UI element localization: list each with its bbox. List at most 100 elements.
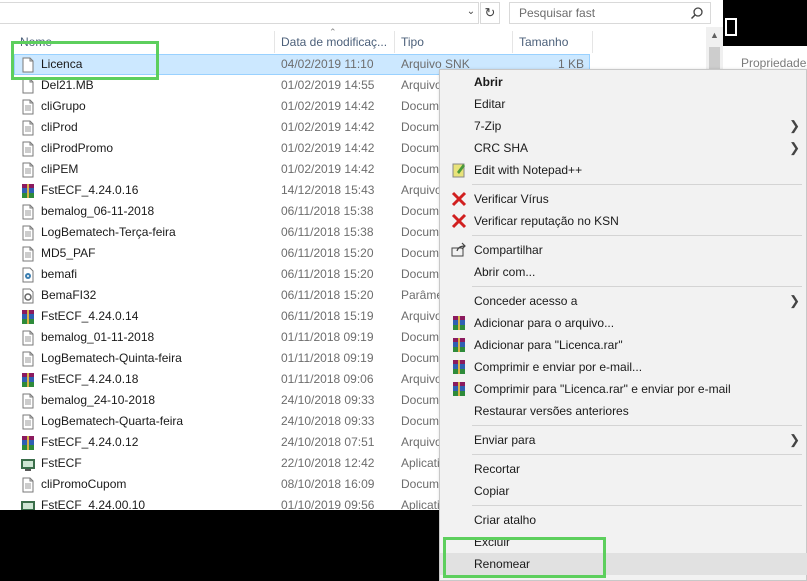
menu-separator bbox=[472, 286, 802, 287]
search-icon[interactable] bbox=[690, 6, 704, 20]
column-header-type[interactable]: Tipo bbox=[395, 31, 513, 53]
column-header-row: Nome ⌃ Data de modificaç... Tipo Tamanho bbox=[0, 27, 700, 53]
menu-item-verificar-reputacao-no-ksn[interactable]: Verificar reputação no KSN bbox=[440, 210, 807, 232]
chevron-right-icon: ❯ bbox=[789, 118, 800, 133]
column-header-size[interactable]: Tamanho bbox=[513, 31, 593, 53]
menu-item-label: Renomear bbox=[474, 557, 531, 571]
file-date: 01/02/2019 14:42 bbox=[281, 99, 375, 113]
file-name: cliGrupo bbox=[41, 99, 86, 113]
menu-item-recortar[interactable]: Recortar bbox=[440, 458, 807, 480]
search-input[interactable] bbox=[517, 3, 691, 23]
settings-file-icon bbox=[22, 288, 34, 304]
file-name: cliPEM bbox=[41, 162, 79, 176]
text-doc-icon bbox=[22, 246, 34, 262]
menu-item-label: Abrir bbox=[474, 75, 503, 89]
menu-item-label: Compartilhar bbox=[474, 243, 543, 257]
file-name: Licenca bbox=[41, 57, 83, 71]
file-date: 24/10/2018 09:33 bbox=[281, 393, 375, 407]
menu-item-crc-sha[interactable]: CRC SHA ❯ bbox=[440, 137, 807, 159]
winrar-icon bbox=[453, 360, 465, 374]
menu-separator bbox=[472, 454, 802, 455]
file-name: bemafi bbox=[41, 267, 78, 281]
menu-item-label: Excluir bbox=[474, 535, 511, 549]
refresh-icon[interactable]: ↻ bbox=[480, 2, 500, 24]
chevron-right-icon: ❯ bbox=[789, 432, 800, 447]
menu-item-label: Adicionar para "Licenca.rar" bbox=[474, 338, 623, 352]
file-name: Del21.MB bbox=[41, 78, 94, 92]
file-name: LogBematech-Terça-feira bbox=[41, 225, 176, 239]
app-icon bbox=[21, 501, 35, 510]
file-date: 01/02/2019 14:42 bbox=[281, 120, 375, 134]
winrar-icon bbox=[453, 338, 465, 352]
menu-item-label: CRC SHA bbox=[474, 141, 529, 155]
column-header-size-label: Tamanho bbox=[519, 35, 569, 49]
search-box[interactable] bbox=[509, 2, 711, 24]
column-header-date[interactable]: Data de modificaç... bbox=[275, 31, 395, 53]
winrar-icon bbox=[22, 310, 34, 324]
app-icon bbox=[21, 459, 35, 471]
menu-item-7-zip[interactable]: 7-Zip ❯ bbox=[440, 115, 807, 137]
text-doc-icon bbox=[22, 393, 34, 409]
menu-item-compartilhar[interactable]: Compartilhar bbox=[440, 239, 807, 261]
menu-item-copiar[interactable]: Copiar bbox=[440, 480, 807, 502]
menu-separator bbox=[472, 235, 802, 236]
menu-item-label: Conceder acesso a bbox=[474, 294, 578, 308]
file-date: 01/02/2019 14:42 bbox=[281, 141, 375, 155]
chevron-right-icon: ❯ bbox=[789, 293, 800, 308]
menu-item-adicionar-para-o-arquivo[interactable]: Adicionar para o arquivo... bbox=[440, 312, 807, 334]
file-name: cliProd bbox=[41, 120, 78, 134]
file-name: bemalog_24-10-2018 bbox=[41, 393, 156, 407]
address-field[interactable] bbox=[0, 2, 479, 24]
address-bar: ⌄ ↻ bbox=[0, 0, 500, 25]
doc-icon bbox=[22, 78, 34, 94]
kaspersky-icon bbox=[451, 191, 467, 207]
column-header-type-label: Tipo bbox=[401, 35, 424, 49]
file-name: LogBematech-Quarta-feira bbox=[41, 414, 184, 428]
menu-item-comprimir-para-licenca-rar-e-enviar-por-e-mail[interactable]: Comprimir para "Licenca.rar" e enviar po… bbox=[440, 378, 807, 400]
menu-item-verificar-virus[interactable]: Verificar Vírus bbox=[440, 188, 807, 210]
menu-item-label: Edit with Notepad++ bbox=[474, 163, 583, 177]
text-doc-icon bbox=[22, 330, 34, 346]
menu-item-comprimir-e-enviar-por-e-mail[interactable]: Comprimir e enviar por e-mail... bbox=[440, 356, 807, 378]
menu-item-abrir[interactable]: Abrir bbox=[440, 71, 807, 93]
properties-label[interactable]: Propriedades bbox=[741, 56, 807, 70]
chevron-down-icon[interactable]: ⌄ bbox=[463, 2, 479, 22]
file-date: 06/11/2018 15:19 bbox=[281, 309, 374, 323]
menu-item-renomear[interactable]: Renomear bbox=[440, 553, 807, 575]
menu-item-label: 7-Zip bbox=[474, 119, 502, 133]
menu-item-adicionar-para-licenca-rar[interactable]: Adicionar para "Licenca.rar" bbox=[440, 334, 807, 356]
file-date: 24/10/2018 07:51 bbox=[281, 435, 375, 449]
menu-separator bbox=[472, 184, 802, 185]
menu-item-editar[interactable]: Editar bbox=[440, 93, 807, 115]
menu-separator bbox=[472, 425, 802, 426]
menu-item-label: Criar atalho bbox=[474, 513, 537, 527]
menu-item-excluir[interactable]: Excluir bbox=[440, 531, 807, 553]
scroll-up-icon[interactable]: ▲ bbox=[706, 27, 723, 44]
menu-separator bbox=[472, 505, 802, 506]
menu-item-enviar-para[interactable]: Enviar para ❯ bbox=[440, 429, 807, 451]
file-date: 01/11/2018 09:19 bbox=[281, 330, 374, 344]
menu-item-label: Adicionar para o arquivo... bbox=[474, 316, 615, 330]
winrar-icon bbox=[453, 382, 465, 396]
menu-item-criar-atalho[interactable]: Criar atalho bbox=[440, 509, 807, 531]
menu-item-label: Comprimir e enviar por e-mail... bbox=[474, 360, 643, 374]
file-date: 01/10/2019 09:56 bbox=[281, 498, 375, 510]
menu-item-edit-with-notepad[interactable]: Edit with Notepad++ bbox=[440, 159, 807, 181]
file-name: cliProdPromo bbox=[41, 141, 114, 155]
config-icon bbox=[22, 267, 34, 283]
text-doc-icon bbox=[22, 225, 34, 241]
text-doc-icon bbox=[22, 99, 34, 115]
file-name: bemalog_06-11-2018 bbox=[41, 204, 155, 218]
text-doc-icon bbox=[22, 414, 34, 430]
file-name: FstECF_4.24.0.16 bbox=[41, 183, 139, 197]
column-header-name[interactable]: Nome bbox=[14, 31, 275, 53]
menu-item-label: Enviar para bbox=[474, 433, 536, 447]
share-icon bbox=[451, 242, 466, 257]
menu-item-conceder-acesso-a[interactable]: Conceder acesso a ❯ bbox=[440, 290, 807, 312]
file-name: FstECF_4.24.0.18 bbox=[41, 372, 139, 386]
text-doc-icon bbox=[22, 477, 34, 493]
file-name: bemalog_01-11-2018 bbox=[41, 330, 155, 344]
menu-item-abrir-com[interactable]: Abrir com... bbox=[440, 261, 807, 283]
menu-item-label: Recortar bbox=[474, 462, 521, 476]
menu-item-restaurar-versoes-anteriores[interactable]: Restaurar versões anteriores bbox=[440, 400, 807, 422]
